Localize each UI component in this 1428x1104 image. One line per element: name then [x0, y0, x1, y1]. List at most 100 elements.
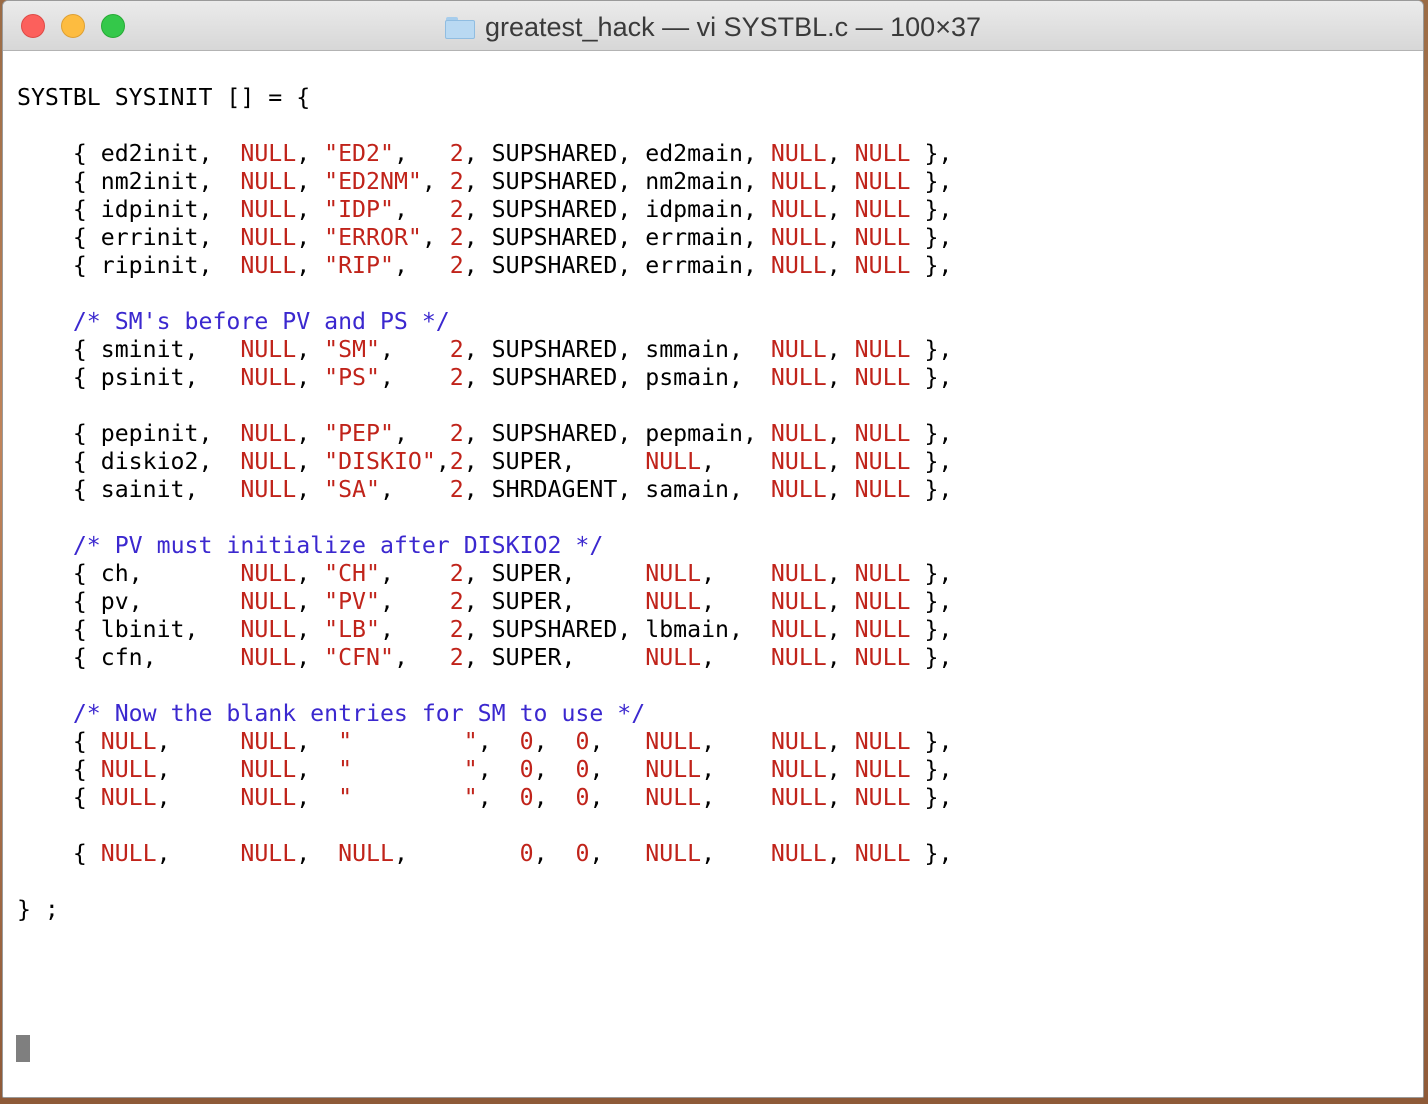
code-literal: NULL — [770, 168, 827, 195]
code-text: , — [701, 756, 771, 783]
code-literal: 0 — [575, 840, 590, 867]
code-text: , SUPSHARED, psmain, — [463, 364, 771, 391]
code-literal: NULL — [770, 588, 827, 615]
code-text: , SUPSHARED, nm2main, — [463, 168, 771, 195]
code-text: , — [826, 784, 855, 811]
code-text: , — [296, 420, 325, 447]
code-text: , — [296, 196, 325, 223]
code-text: { sminit, — [17, 336, 241, 363]
code-literal: "IDP" — [324, 196, 394, 223]
code-text: { — [17, 784, 101, 811]
code-text: , — [826, 476, 855, 503]
code-text: , — [533, 728, 576, 755]
code-literal: NULL — [854, 448, 911, 475]
code-literal: 0 — [575, 756, 590, 783]
code-text: , — [296, 784, 339, 811]
code-line: { ripinit, NULL, "RIP", 2, SUPSHARED, er… — [17, 252, 953, 280]
code-literal: NULL — [240, 560, 297, 587]
code-text: , — [477, 756, 520, 783]
code-text: }, — [910, 420, 953, 447]
code-text: , — [156, 784, 241, 811]
code-text: , — [826, 196, 855, 223]
terminal-content[interactable]: SYSTBL SYSINIT [] = { { ed2init, NULL, "… — [3, 52, 1423, 1097]
code-text: , — [826, 364, 855, 391]
code-text: , — [826, 728, 855, 755]
code-text: , — [421, 224, 450, 251]
code-line: { ed2init, NULL, "ED2", 2, SUPSHARED, ed… — [17, 140, 953, 168]
code-text: , SUPSHARED, ed2main, — [463, 140, 771, 167]
code-text: , — [379, 364, 450, 391]
code-literal: NULL — [854, 336, 911, 363]
code-literal: NULL — [100, 756, 157, 783]
code-line: { NULL, NULL, " ", 0, 0, NULL, NULL, NUL… — [17, 728, 953, 756]
code-line: { idpinit, NULL, "IDP", 2, SUPSHARED, id… — [17, 196, 953, 224]
code-literal: 2 — [449, 560, 464, 587]
code-text: }, — [910, 756, 953, 783]
code-literal: 0 — [575, 728, 590, 755]
code-line: { NULL, NULL, NULL, 0, 0, NULL, NULL, NU… — [17, 840, 953, 868]
code-literal: NULL — [770, 140, 827, 167]
code-line: { NULL, NULL, " ", 0, 0, NULL, NULL, NUL… — [17, 784, 953, 812]
code-literal: 2 — [449, 196, 464, 223]
code-text: }, — [910, 224, 953, 251]
code-text: { pv, — [17, 588, 241, 615]
code-text: , — [826, 224, 855, 251]
code-literal: NULL — [770, 252, 827, 279]
code-literal: NULL — [645, 588, 702, 615]
code-text: }, — [910, 364, 953, 391]
code-literal: NULL — [645, 784, 702, 811]
code-text: , — [296, 756, 339, 783]
code-line: /* SM's before PV and PS */ — [17, 308, 952, 336]
code-literal: NULL — [240, 364, 297, 391]
code-text: , — [589, 840, 646, 867]
code-text: , — [379, 616, 450, 643]
code-literal: NULL — [240, 224, 297, 251]
code-text: { nm2init, — [17, 168, 241, 195]
terminal-window[interactable]: greatest_hack — vi SYSTBL.c — 100×37 SYS… — [2, 0, 1424, 1098]
code-text: , — [826, 616, 855, 643]
code-text: , SUPSHARED, errmain, — [463, 224, 771, 251]
code-literal: NULL — [770, 644, 827, 671]
code-line: { sainit, NULL, "SA", 2, SHRDAGENT, sama… — [17, 476, 953, 504]
code-text: , — [156, 840, 241, 867]
code-text: , — [701, 448, 771, 475]
window-title: greatest_hack — vi SYSTBL.c — 100×37 — [484, 12, 981, 42]
code-literal: NULL — [854, 728, 911, 755]
code-text: , — [826, 140, 855, 167]
code-literal: NULL — [240, 644, 297, 671]
code-text: , — [393, 196, 450, 223]
code-literal: 0 — [575, 784, 590, 811]
code-text: { cfn, — [17, 644, 241, 671]
code-text: , — [701, 560, 771, 587]
code-literal: NULL — [240, 252, 297, 279]
code-text: , — [826, 756, 855, 783]
code-text: , — [826, 448, 855, 475]
code-literal: NULL — [854, 588, 911, 615]
code-text: , — [826, 168, 855, 195]
code-comment: /* PV must initialize after DISKIO2 */ — [72, 532, 604, 559]
code-line: /* Now the blank entries for SM to use *… — [17, 700, 952, 728]
code-literal: "PV" — [324, 588, 380, 615]
code-literal: "ED2NM" — [324, 168, 422, 195]
code-text: , — [379, 336, 450, 363]
code-literal: " " — [338, 756, 478, 783]
code-literal: NULL — [854, 364, 911, 391]
code-line: { psinit, NULL, "PS", 2, SUPSHARED, psma… — [17, 364, 953, 392]
code-text: , SHRDAGENT, samain, — [463, 476, 771, 503]
code-literal: NULL — [770, 336, 827, 363]
code-literal: NULL — [770, 476, 827, 503]
title-bar[interactable]: greatest_hack — vi SYSTBL.c — 100×37 — [3, 1, 1423, 51]
code-text: }, — [910, 728, 953, 755]
code-literal: NULL — [770, 364, 827, 391]
code-text: , — [826, 840, 855, 867]
code-literal: 2 — [449, 588, 464, 615]
code-text: SYSTBL SYSINIT [] = { — [17, 84, 311, 111]
code-text: , — [826, 588, 855, 615]
window-title-container: greatest_hack — vi SYSTBL.c — 100×37 — [3, 1, 1423, 51]
code-text: , — [296, 336, 325, 363]
code-literal: NULL — [770, 840, 827, 867]
code-text: }, — [910, 840, 953, 867]
